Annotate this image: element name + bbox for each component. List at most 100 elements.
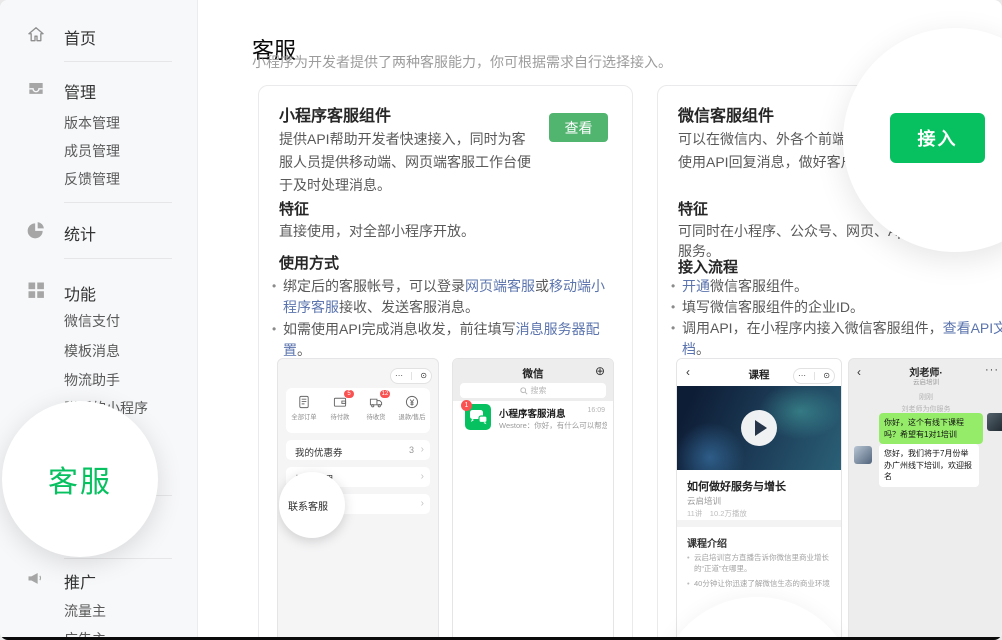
sidebar-item-members[interactable]: 成员管理: [64, 141, 261, 161]
bullet-text: 填写微信客服组件的企业ID。: [682, 299, 864, 315]
contact-service-label: 联系客服: [288, 498, 328, 513]
bullet-text: 。: [696, 341, 710, 357]
grid-icon: [26, 280, 46, 300]
video-thumbnail: [677, 386, 841, 470]
sidebar-divider: [64, 258, 172, 259]
usage-bullet-1: 绑定后的客服帐号，可以登录网页端客服或移动端小程序客服接收、发送客服消息。: [272, 276, 618, 318]
search-placeholder: 搜索: [531, 385, 547, 396]
shortcut-label: 全部订单: [288, 413, 320, 422]
section-heading-flow: 接入流程: [678, 256, 738, 277]
screenshot-orders-app: ··· ⊙ 全部订单 5 待付款 12 待收货 退款/售后 我的优惠券: [277, 358, 439, 640]
bullet-text: 调用API，在小程序内接入微信客服组件，: [682, 320, 943, 336]
sidebar-item-label: 统计: [64, 221, 96, 245]
inbox-icon: [26, 78, 46, 98]
plus-icon: ⊕: [595, 364, 605, 378]
bullet-text: 。: [297, 342, 311, 358]
sidebar-item-logistics[interactable]: 物流助手: [64, 370, 261, 390]
list-item-coupons: 我的优惠券 3 ›: [286, 440, 430, 460]
wechat-title: 微信: [453, 366, 613, 381]
miniprogram-capsule: ··· ⊙: [390, 368, 432, 384]
outgoing-message-bubble: 你好，这个有线下课程吗？希望有1对1培训: [879, 413, 983, 444]
sidebar-item-traffic[interactable]: 流量主: [64, 601, 261, 621]
unread-badge: 1: [461, 400, 472, 411]
play-button-icon: [741, 410, 777, 446]
bullet-text: 如需使用API完成消息收发，前往填写: [283, 321, 516, 337]
video-author: 云启培训: [687, 495, 721, 507]
screenshot-service-chat: ‹ ··· 刘老师· 云启培训 刚刚 刘老师为你服务 你好，这个有线下课程吗？希…: [848, 358, 1002, 640]
search-bar: 搜索: [460, 383, 606, 398]
close-target-icon: ⊙: [420, 372, 427, 380]
sidebar-divider: [64, 61, 172, 62]
wechat-header: 微信 ⊕ 搜索: [453, 359, 613, 401]
sidebar-item-label: 推广: [64, 569, 96, 593]
sidebar-item-label: 客服: [48, 457, 112, 501]
sidebar-item-feedback[interactable]: 反馈管理: [64, 169, 261, 189]
page-subtitle: 小程序为开发者提供了两种客服能力，你可根据需求自行选择接入。: [252, 52, 672, 72]
chevron-right-icon: ›: [421, 498, 424, 509]
sidebar-item-wechat-pay[interactable]: 微信支付: [64, 311, 261, 331]
connect-button[interactable]: 接入: [890, 113, 985, 163]
shortcut-label: 待付款: [324, 413, 356, 422]
refund-icon: [405, 395, 419, 409]
section-heading-feature: 特征: [279, 198, 309, 219]
badge: 12: [380, 390, 390, 398]
chat-list-item: 1 小程序客服消息 16:09 Westore：你好，有什么可以帮您?: [453, 401, 613, 437]
shortcut-label: 待收货: [360, 413, 392, 422]
link-enable-wecom[interactable]: 开通: [682, 278, 710, 294]
link-web-service[interactable]: 网页端客服: [465, 278, 535, 294]
miniprogram-capsule: ··· ⊙: [793, 368, 835, 384]
sidebar-item-template-message[interactable]: 模板消息: [64, 341, 261, 361]
incoming-message-bubble: 您好，我们将于7月份举办广州线下培训，欢迎报名: [879, 444, 979, 487]
feature-text: 直接使用，对全部小程序开放。: [279, 221, 614, 241]
section-heading-usage: 使用方式: [279, 252, 339, 273]
more-icon: ···: [395, 372, 403, 380]
sidebar-item-version[interactable]: 版本管理: [64, 113, 261, 133]
flow-bullet-2: 填写微信客服组件的企业ID。: [671, 297, 1002, 318]
order-shortcuts: 全部订单 5 待付款 12 待收货 退款/售后: [286, 388, 430, 433]
view-button[interactable]: 查看: [549, 113, 608, 142]
home-icon: [26, 24, 46, 44]
chat-title: 小程序客服消息: [499, 406, 566, 420]
section-divider: [677, 520, 841, 527]
video-title: 如何做好服务与增长: [687, 478, 786, 494]
sidebar-item-label: 功能: [64, 281, 96, 305]
screenshot-wechat-list: 微信 ⊕ 搜索 1 小程序客服消息 16:09 Westore：你好，有什么可以…: [452, 358, 614, 640]
flow-bullet-3: 调用API，在小程序内接入微信客服组件，查看API文档。: [671, 318, 1002, 360]
chat-contact-org: 云启培训: [849, 376, 1002, 386]
sidebar-item-label: 管理: [64, 79, 96, 103]
bullet-text: 接收、发送客服消息。: [339, 299, 479, 315]
course-intro-bullet: 云启培训官方直播告诉你微信里商业增长的“正道”在哪里。: [687, 552, 839, 574]
card-description: 提供API帮助开发者快速接入，同时为客服人员提供移动端、网页端客服工作台便于及时…: [279, 128, 537, 197]
course-intro-bullet: 40分钟让你迅速了解微信生态的商业环境: [687, 578, 839, 589]
order-list-icon: [297, 395, 311, 409]
user-avatar: [987, 413, 1002, 431]
course-header: ‹ 课程 ···⊙: [677, 359, 841, 386]
shortcut-refund: 退款/售后: [394, 388, 430, 433]
list-item-value: 3: [409, 445, 414, 455]
sidebar-divider: [64, 558, 172, 559]
sidebar-item-customer-service-spotlight[interactable]: 客服: [2, 401, 158, 557]
megaphone-icon: [26, 568, 46, 588]
shortcut-all-orders: 全部订单: [286, 388, 322, 433]
sidebar-divider: [64, 202, 172, 203]
agent-avatar: [854, 446, 872, 464]
list-item-label: 我的优惠券: [295, 445, 343, 459]
pie-chart-icon: [26, 220, 46, 240]
chevron-right-icon: ›: [421, 444, 424, 455]
section-heading-feature: 特征: [678, 198, 708, 219]
more-icon: ···: [798, 372, 806, 380]
close-target-icon: ⊙: [823, 372, 830, 380]
shortcut-label: 退款/售后: [396, 413, 428, 422]
search-icon: [520, 387, 528, 395]
bullet-text: 绑定后的客服帐号，可以登录: [283, 278, 465, 294]
chat-timestamp: 刚刚: [849, 392, 1002, 402]
flow-bullet-1: 开通微信客服组件。: [671, 276, 1002, 297]
usage-bullet-2: 如需使用API完成消息收发，前往填写消息服务器配置。: [272, 319, 618, 361]
chevron-right-icon: ›: [421, 471, 424, 482]
card-title: 微信客服组件: [678, 102, 774, 126]
badge: 5: [344, 390, 354, 398]
video-meta: 11讲 10.2万播放: [687, 508, 747, 519]
app-window: 首页 管理 版本管理 成员管理 反馈管理 统计 功能 微信支付 模板消息: [0, 0, 1002, 640]
card-title: 小程序客服组件: [279, 102, 391, 126]
sidebar-item-label: 首页: [64, 25, 96, 49]
